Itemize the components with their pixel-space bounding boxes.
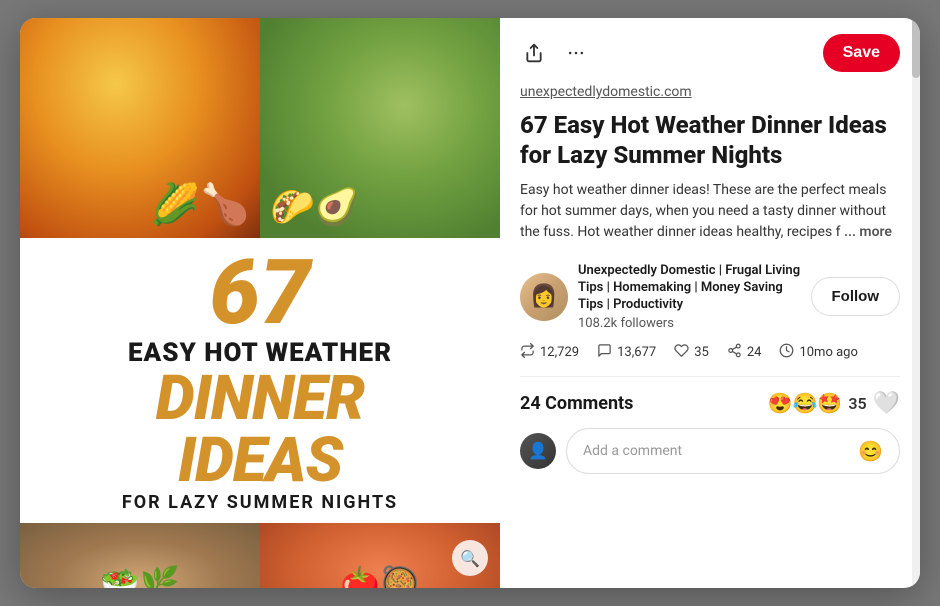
- shares-count: 24: [747, 345, 762, 360]
- image-top-right: [260, 18, 500, 238]
- scrollbar-track[interactable]: [912, 18, 920, 588]
- heart-button[interactable]: 🤍: [873, 391, 900, 416]
- commenter-avatar: 👤: [520, 433, 556, 469]
- comments-header: 24 Comments 😍😂🤩 35 🤍: [520, 391, 900, 416]
- pin-modal: 67 EASY HOT WEATHER DINNER IDEAS FOR LAZ…: [20, 18, 920, 588]
- visual-search-button[interactable]: 🔍: [452, 540, 488, 576]
- image-top-left: [20, 18, 260, 238]
- header-actions: Save: [520, 34, 900, 72]
- source-url[interactable]: unexpectedlydomestic.com: [520, 84, 900, 100]
- pin-title: 67 Easy Hot Weather Dinner Ideas for Laz…: [520, 110, 900, 170]
- image-number: 67: [209, 248, 310, 338]
- image-line3: IDEAS: [178, 430, 342, 492]
- image-center-text: 67 EASY HOT WEATHER DINNER IDEAS FOR LAZ…: [20, 238, 500, 523]
- comments-section: 24 Comments 😍😂🤩 35 🤍 👤 Add a comment 😊: [520, 391, 900, 474]
- time-ago: 10mo ago: [799, 345, 857, 360]
- like-icon: [674, 343, 689, 362]
- image-line2: DINNER: [156, 368, 364, 430]
- author-section: 👩 Unexpectedly Domestic | Frugal Living …: [520, 263, 900, 331]
- save-button[interactable]: Save: [823, 34, 900, 72]
- more-options-button[interactable]: [562, 39, 590, 67]
- comment-icon: [597, 343, 612, 362]
- stat-shares: 24: [727, 343, 762, 362]
- more-link[interactable]: ... more: [844, 224, 892, 240]
- reaction-count: 35: [848, 394, 866, 413]
- modal-overlay: 67 EASY HOT WEATHER DINNER IDEAS FOR LAZ…: [0, 0, 940, 606]
- share-button[interactable]: [520, 39, 548, 67]
- author-followers: 108.2k followers: [578, 316, 801, 331]
- emoji-button[interactable]: 😊: [858, 439, 883, 463]
- image-panel: 67 EASY HOT WEATHER DINNER IDEAS FOR LAZ…: [20, 18, 500, 588]
- author-avatar[interactable]: 👩: [520, 273, 568, 321]
- stat-repins: 12,729: [520, 343, 579, 362]
- author-info: Unexpectedly Domestic | Frugal Living Ti…: [578, 263, 801, 331]
- info-panel: Save unexpectedlydomestic.com 67 Easy Ho…: [500, 18, 920, 588]
- scrollbar-thumb[interactable]: [912, 18, 920, 78]
- header-left-icons: [520, 39, 590, 67]
- comments-count: 13,677: [617, 345, 656, 360]
- repin-icon: [520, 343, 535, 362]
- comment-input-row: 👤 Add a comment 😊: [520, 428, 900, 474]
- description-text: Easy hot weather dinner ideas! These are…: [520, 182, 886, 240]
- stats-row: 12,729 13,677 35: [520, 343, 900, 377]
- repin-count: 12,729: [540, 345, 579, 360]
- author-name[interactable]: Unexpectedly Domestic | Frugal Living Ti…: [578, 263, 801, 314]
- comment-input-wrapper[interactable]: Add a comment 😊: [566, 428, 900, 474]
- stat-likes: 35: [674, 343, 709, 362]
- image-bottom-left: [20, 523, 260, 588]
- stat-time: 10mo ago: [779, 343, 857, 362]
- reaction-emojis: 😍😂🤩: [768, 391, 843, 415]
- image-collage: 67 EASY HOT WEATHER DINNER IDEAS FOR LAZ…: [20, 18, 500, 588]
- image-line4: FOR LAZY SUMMER NIGHTS: [122, 492, 398, 513]
- share-stat-icon: [727, 343, 742, 362]
- comments-title: 24 Comments: [520, 393, 633, 414]
- stat-comments: 13,677: [597, 343, 656, 362]
- pin-description: Easy hot weather dinner ideas! These are…: [520, 180, 900, 243]
- reactions-row: 😍😂🤩 35 🤍: [768, 391, 900, 416]
- comment-placeholder: Add a comment: [583, 443, 682, 459]
- likes-count: 35: [694, 345, 709, 360]
- follow-button[interactable]: Follow: [811, 277, 901, 316]
- clock-icon: [779, 343, 794, 362]
